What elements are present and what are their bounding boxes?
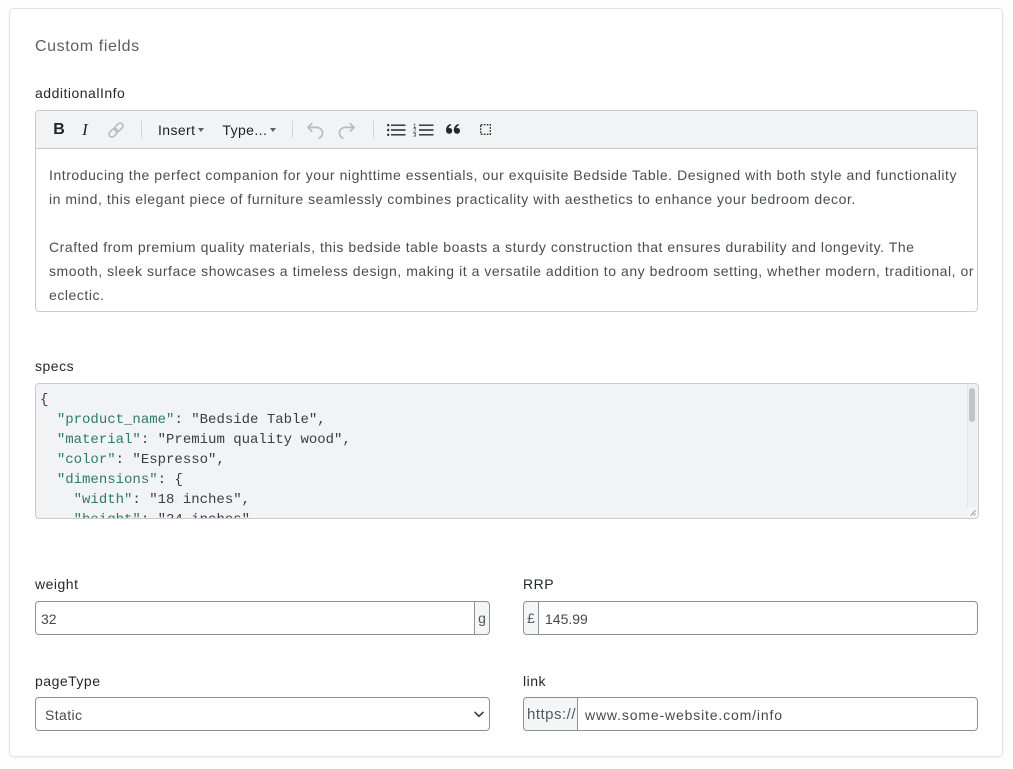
svg-text:3: 3	[413, 132, 417, 137]
